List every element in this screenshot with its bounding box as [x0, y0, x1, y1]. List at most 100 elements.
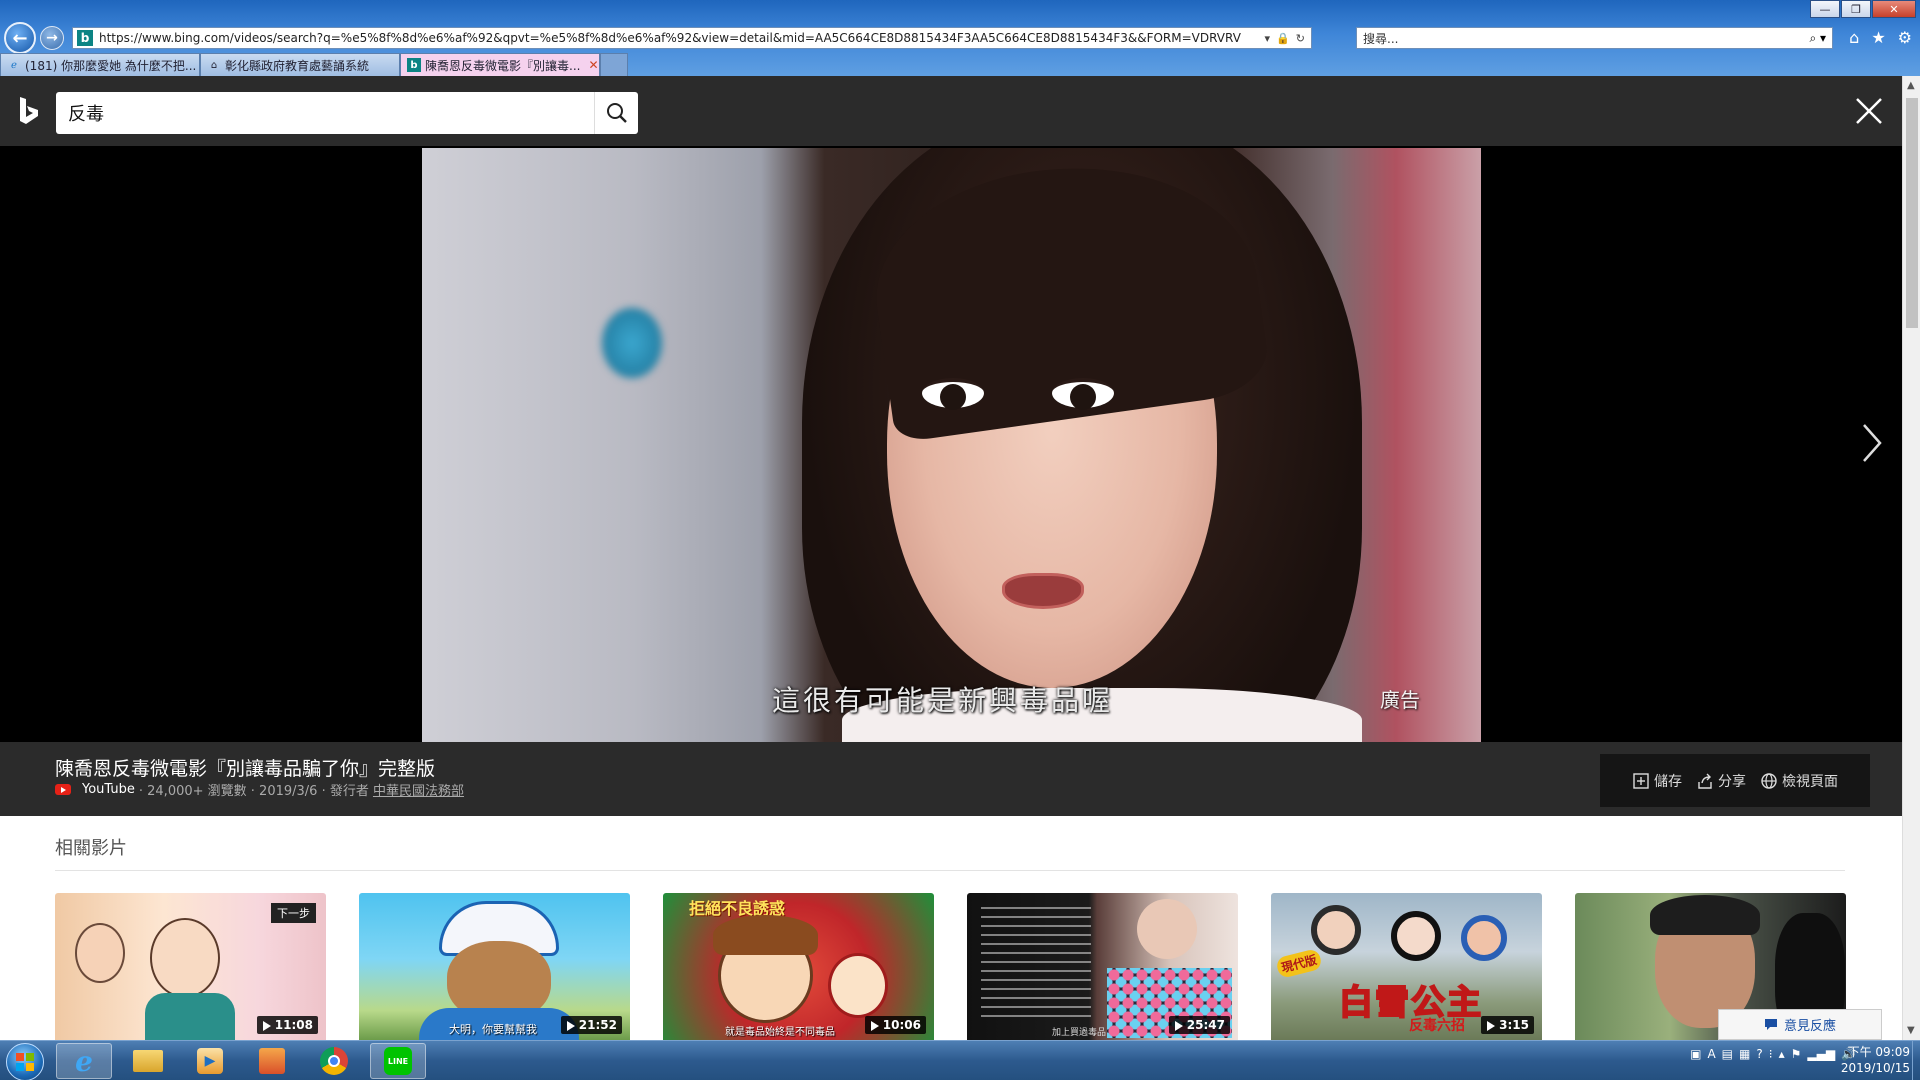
ad-label: 廣告	[1380, 688, 1420, 712]
globe-icon	[1761, 772, 1777, 789]
tab-education[interactable]: ⌂ 彰化縣政府教育處藝誦系統	[200, 53, 400, 76]
view-page-button[interactable]: 檢視頁面	[1760, 771, 1838, 791]
save-button[interactable]: 儲存	[1632, 771, 1682, 791]
text-lines-graphic	[981, 907, 1091, 1017]
video-subtitle: 這很有可能是新興毒品喔	[772, 684, 1114, 717]
forward-arrow-icon: →	[46, 30, 58, 46]
video-figure-eye	[1052, 378, 1114, 410]
home-icon[interactable]: ⌂	[1849, 28, 1859, 47]
thumbnail-badge: 現代版	[1275, 947, 1323, 980]
taskbar-chrome[interactable]	[306, 1043, 362, 1079]
related-video-thumbnail[interactable]: 加上買過毒品 25:47	[967, 893, 1238, 1040]
home-page-icon: ⌂	[210, 59, 218, 71]
refresh-icon[interactable]: ↻	[1296, 32, 1305, 45]
search-box	[56, 92, 638, 134]
tray-grid-icon[interactable]: ▦	[1739, 1047, 1750, 1061]
tray-window-icon[interactable]: ▤	[1722, 1047, 1733, 1061]
video-player[interactable]: 這很有可能是新興毒品喔 廣告	[422, 148, 1481, 742]
thumbnail-caption: 加上買過毒品	[1052, 1028, 1107, 1038]
help-icon[interactable]: ?	[1756, 1047, 1762, 1061]
related-videos-heading: 相關影片	[55, 838, 127, 859]
tab-label: (181) 你那麼愛她 為什麼不把...	[25, 58, 197, 73]
scroll-down-icon[interactable]: ▼	[1907, 1025, 1915, 1036]
favorites-star-icon[interactable]: ★	[1871, 28, 1885, 47]
scroll-thumb[interactable]	[1906, 98, 1918, 328]
taskbar-office[interactable]	[244, 1043, 300, 1079]
tab-bing-video[interactable]: b 陳喬恩反毒微電影『別讓毒... ✕	[400, 53, 600, 76]
bing-favicon-icon: b	[407, 58, 421, 72]
related-video-thumbnail[interactable]: 下一步 11:08	[55, 893, 326, 1040]
input-method-icon[interactable]: A	[1707, 1047, 1715, 1061]
browser-search-box[interactable]: 搜尋... ⌕ ▾	[1356, 27, 1833, 49]
related-video-thumbnail[interactable]: 大明，你要幫幫我 21:52	[359, 893, 630, 1040]
scroll-up-icon[interactable]: ▲	[1907, 80, 1915, 91]
speech-bubble-icon	[1764, 1019, 1777, 1030]
chevron-right-icon	[1863, 424, 1882, 462]
video-stats: · 24,000+ 瀏覽數 · 2019/3/6 · 發行者	[138, 784, 373, 799]
video-figure-mouth	[1002, 573, 1084, 609]
internet-explorer-icon: ℯ	[75, 1044, 93, 1078]
taskbar-explorer[interactable]	[120, 1043, 176, 1079]
browser-search-placeholder: 搜尋...	[1363, 31, 1399, 46]
thumbnail-sub-overlay: 反毒六招	[1409, 1018, 1465, 1034]
tab-label: 彰化縣政府教育處藝誦系統	[225, 58, 370, 73]
system-clock[interactable]: 下午 09:09 2019/10/15	[1841, 1044, 1910, 1076]
maximize-button[interactable]: ❐	[1841, 0, 1871, 18]
thumbnail-caption: 就是毒品始終是不同毒品	[725, 1027, 835, 1038]
address-url[interactable]: https://www.bing.com/videos/search?q=%e5…	[99, 31, 1259, 45]
page-scrollbar[interactable]: ▲ ▼	[1902, 76, 1920, 1040]
figure-hair	[1650, 895, 1760, 935]
windows-logo-icon	[16, 1053, 34, 1071]
video-title[interactable]: 陳喬恩反毒微電影『別讓毒品騙了你』完整版	[55, 754, 435, 781]
tray-app-icon[interactable]: ▣	[1690, 1047, 1701, 1061]
office-icon	[259, 1048, 285, 1074]
taskbar-line[interactable]: LINE	[370, 1043, 426, 1079]
close-window-button[interactable]: ✕	[1872, 0, 1916, 18]
bing-logo[interactable]	[18, 96, 40, 130]
feedback-button[interactable]: 意見反應	[1718, 1009, 1882, 1040]
magnifier-icon	[606, 103, 627, 123]
address-bar[interactable]: b https://www.bing.com/videos/search?q=%…	[72, 27, 1312, 49]
settings-gear-icon[interactable]: ⚙	[1898, 28, 1912, 47]
figure-face	[1311, 905, 1361, 955]
network-signal-icon[interactable]: ▂▄▆	[1807, 1047, 1835, 1061]
system-tray: ▣ A ▤ ▦ ? ⁝ ▴ ⚑ ▂▄▆ 🔊	[1690, 1047, 1856, 1061]
figure-face	[1391, 911, 1441, 961]
back-button[interactable]: ←	[4, 22, 36, 54]
video-figure-eye	[922, 378, 984, 410]
bing-favicon-icon: b	[77, 30, 93, 46]
window-controls: — ❐ ✕	[1809, 0, 1916, 18]
taskbar-ie[interactable]: ℯ	[56, 1043, 112, 1079]
share-button[interactable]: 分享	[1696, 771, 1746, 791]
show-desktop-button[interactable]	[1912, 1041, 1920, 1080]
chrome-icon	[320, 1047, 348, 1075]
start-button[interactable]	[6, 1043, 44, 1080]
taskbar-media-player[interactable]: ▶	[182, 1043, 238, 1079]
figure-face	[1137, 899, 1197, 959]
feedback-label: 意見反應	[1783, 1019, 1836, 1034]
view-page-label: 檢視頁面	[1782, 773, 1838, 790]
search-button[interactable]	[594, 92, 638, 134]
related-video-thumbnail[interactable]: 現代版 白雪公主 反毒六招 3:15	[1271, 893, 1542, 1040]
minimize-button[interactable]: —	[1810, 0, 1840, 18]
video-publisher-link[interactable]: 中華民國法務部	[373, 780, 464, 799]
forward-button[interactable]: →	[40, 26, 64, 50]
search-icon[interactable]: ⌕ ▾	[1803, 31, 1832, 46]
close-tab-icon[interactable]: ✕	[588, 58, 598, 72]
tray-options-icon[interactable]: ⁝	[1769, 1047, 1773, 1061]
lock-icon[interactable]: 🔒	[1276, 32, 1290, 45]
tab-youtube[interactable]: ℯ (181) 你那麼愛她 為什麼不把...	[0, 53, 200, 76]
video-source[interactable]: YouTube	[82, 782, 135, 797]
new-tab-button[interactable]	[600, 53, 628, 76]
show-hidden-icons-icon[interactable]: ▴	[1779, 1047, 1785, 1061]
clock-time: 下午 09:09	[1847, 1045, 1910, 1059]
video-duration: 3:15	[1481, 1016, 1534, 1034]
search-input[interactable]	[56, 92, 594, 134]
line-app-icon: LINE	[384, 1047, 412, 1075]
back-arrow-icon: ←	[12, 27, 28, 49]
next-video-button[interactable]	[1860, 421, 1884, 465]
dropdown-icon[interactable]: ▾	[1265, 32, 1271, 45]
close-overlay-button[interactable]	[1854, 96, 1884, 126]
action-center-flag-icon[interactable]: ⚑	[1791, 1047, 1802, 1061]
related-video-thumbnail[interactable]: 拒絕不良誘惑 就是毒品始終是不同毒品 10:06	[663, 893, 934, 1040]
